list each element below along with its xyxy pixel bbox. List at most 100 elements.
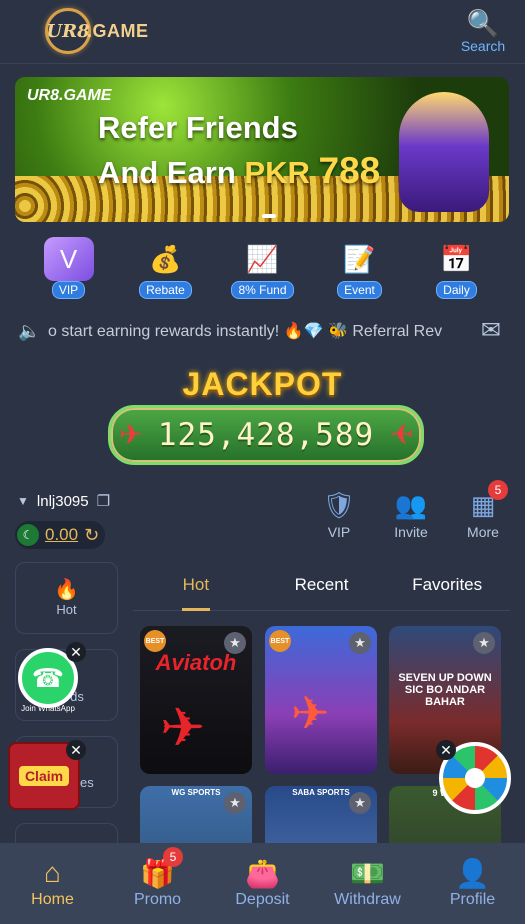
search-button[interactable]: 🔍 Search [457, 8, 509, 54]
vip-shield-icon: 🛡 [322, 490, 356, 520]
banner-logo: UR8.GAME [27, 87, 112, 104]
quick-link-label: Event [337, 281, 382, 299]
game-card-jet[interactable]: BEST ★ ✈ [265, 626, 377, 774]
quick-link-label: Daily [436, 281, 477, 299]
quick-link-label: 8% Fund [231, 281, 294, 299]
profile-icon: 👤 [455, 858, 490, 889]
coins-icon: 💰 [149, 243, 182, 274]
best-badge-icon: BEST [269, 630, 291, 652]
quick-link-label: Rebate [139, 281, 192, 299]
user-panel: ▼ lnlj3095 ❐ ☾ 0.00 ↻ 🛡 VIP 👥 Invite ▦ 5… [15, 480, 510, 550]
vip-action-label: VIP [327, 524, 351, 540]
top-header: UR8 .GAME 🔍 Search [0, 0, 525, 64]
balance-pill: ☾ 0.00 ↻ [15, 521, 106, 549]
balance-amount[interactable]: 0.00 [45, 525, 78, 545]
plane-right-icon: ✈ [389, 419, 413, 450]
vip-crown-icon: V [43, 237, 94, 281]
home-icon: ⌂ [44, 857, 61, 888]
tab-hot[interactable]: Hot [133, 565, 259, 611]
tab-recent[interactable]: Recent [259, 565, 385, 610]
quick-link-rebate[interactable]: 💰 Rebate [129, 237, 203, 303]
red-plane-icon: ✈ [160, 698, 206, 758]
quick-link-event[interactable]: 📝 Event [323, 237, 397, 303]
spin-hub [465, 768, 485, 788]
quick-link-label: VIP [51, 281, 86, 299]
bottom-nav: ⌂ Home 🎁 5 Promo 👛 Deposit 💵 Withdraw 👤 … [0, 843, 525, 924]
search-label: Search [460, 38, 506, 54]
quick-link-daily[interactable]: 📅 Daily [420, 237, 494, 303]
invite-action[interactable]: 👥 Invite [384, 490, 438, 540]
favorite-star-icon[interactable]: ★ [473, 632, 495, 654]
refresh-icon[interactable]: ↻ [84, 525, 99, 546]
game-provider: WG SPORTS [171, 788, 221, 797]
speaker-icon: 🔈 [18, 320, 41, 341]
nav-withdraw[interactable]: 💵 Withdraw [315, 843, 420, 924]
claim-label: Claim [18, 766, 70, 786]
user-actions: 🛡 VIP 👥 Invite ▦ 5 More [312, 480, 510, 540]
mail-icon[interactable]: ✉ [481, 316, 501, 345]
nav-deposit[interactable]: 👛 Deposit [210, 843, 315, 924]
search-icon: 🔍 [466, 8, 500, 38]
favorite-star-icon[interactable]: ★ [349, 632, 371, 654]
game-title: SEVEN UP DOWN SIC BO ANDAR BAHAR [398, 672, 492, 708]
copy-icon[interactable]: ❐ [97, 492, 110, 510]
username: lnlj3095 [36, 492, 89, 510]
close-spin-button[interactable]: ✕ [436, 740, 456, 760]
announcement-marquee[interactable]: 🔈 o start earning rewards instantly! 🔥💎 … [0, 314, 525, 348]
vip-action[interactable]: 🛡 VIP [312, 490, 366, 540]
gift-icon: 🎁 [140, 858, 175, 889]
game-card-aviator[interactable]: BEST ★ Aviatoh ✈ [140, 626, 252, 774]
banner-subline-prefix: And Earn [98, 155, 236, 190]
username-row[interactable]: ▼ lnlj3095 ❐ [17, 492, 110, 511]
logo-mark: UR8 [45, 8, 91, 54]
rocket-plane-icon: ✈ [291, 687, 330, 739]
close-claim-button[interactable]: ✕ [66, 740, 86, 760]
best-badge-icon: BEST [144, 630, 166, 652]
banner-currency: PKR [244, 155, 310, 190]
quick-link-fund[interactable]: 📈 8% Fund [226, 237, 300, 303]
whatsapp-label: Join WhatsApp [21, 704, 75, 713]
logo-text: .GAME [87, 20, 149, 41]
promo-badge: 5 [163, 847, 183, 867]
nav-profile[interactable]: 👤 Profile [420, 843, 525, 924]
fund-growth-icon: 📈 [246, 243, 279, 274]
jackpot-title: JACKPOT [182, 366, 343, 402]
dropdown-triangle-icon: ▼ [17, 494, 29, 508]
tab-favorites[interactable]: Favorites [384, 565, 510, 610]
event-note-icon: 📝 [343, 243, 376, 274]
nav-label: Deposit [235, 891, 290, 908]
more-action-label: More [467, 524, 499, 540]
banner-amount: 788 [318, 150, 381, 191]
genie-figure [399, 92, 489, 212]
jackpot-board: ✈ 125,428,589 ✈ [108, 405, 424, 465]
plane-left-icon: ✈ [119, 419, 143, 450]
category-hot[interactable]: 🔥 Hot [15, 562, 118, 634]
nav-home[interactable]: ⌂ Home [0, 843, 105, 924]
more-action[interactable]: ▦ 5 More [456, 480, 510, 540]
category-label: Hot [56, 602, 77, 617]
quick-link-vip[interactable]: V VIP [32, 237, 106, 303]
nav-promo[interactable]: 🎁 5 Promo [105, 843, 210, 924]
more-badge: 5 [488, 480, 508, 500]
banner-subline: And Earn PKR 788 [98, 150, 380, 192]
game-provider: SABA SPORTS [292, 788, 350, 797]
daily-calendar-icon: 📅 [440, 243, 473, 274]
cash-icon: 💵 [350, 858, 385, 889]
invite-people-icon: 👥 [394, 490, 428, 520]
game-title: Aviatoh [155, 650, 237, 675]
nav-label: Profile [449, 891, 496, 908]
jackpot-value: 125,428,589 [157, 417, 375, 453]
close-whatsapp-button[interactable]: ✕ [66, 642, 86, 662]
marquee-text: o start earning rewards instantly! 🔥💎 🐝 … [48, 323, 443, 340]
nav-label: Withdraw [334, 891, 401, 908]
nav-label: Home [31, 891, 74, 908]
banner-headline: Refer Friends [98, 110, 298, 145]
wallet-icon: 👛 [245, 858, 280, 889]
brand-logo[interactable]: UR8 .GAME [45, 8, 149, 54]
carousel-indicator[interactable] [262, 214, 276, 218]
game-tabs: Hot Recent Favorites [133, 565, 510, 611]
pakistan-flag-icon: ☾ [17, 524, 39, 546]
nav-label: Promo [133, 891, 182, 908]
fire-icon: 🔥 [54, 579, 79, 601]
quick-links: V VIP 💰 Rebate 📈 8% Fund 📝 Event 📅 Daily [0, 237, 525, 303]
